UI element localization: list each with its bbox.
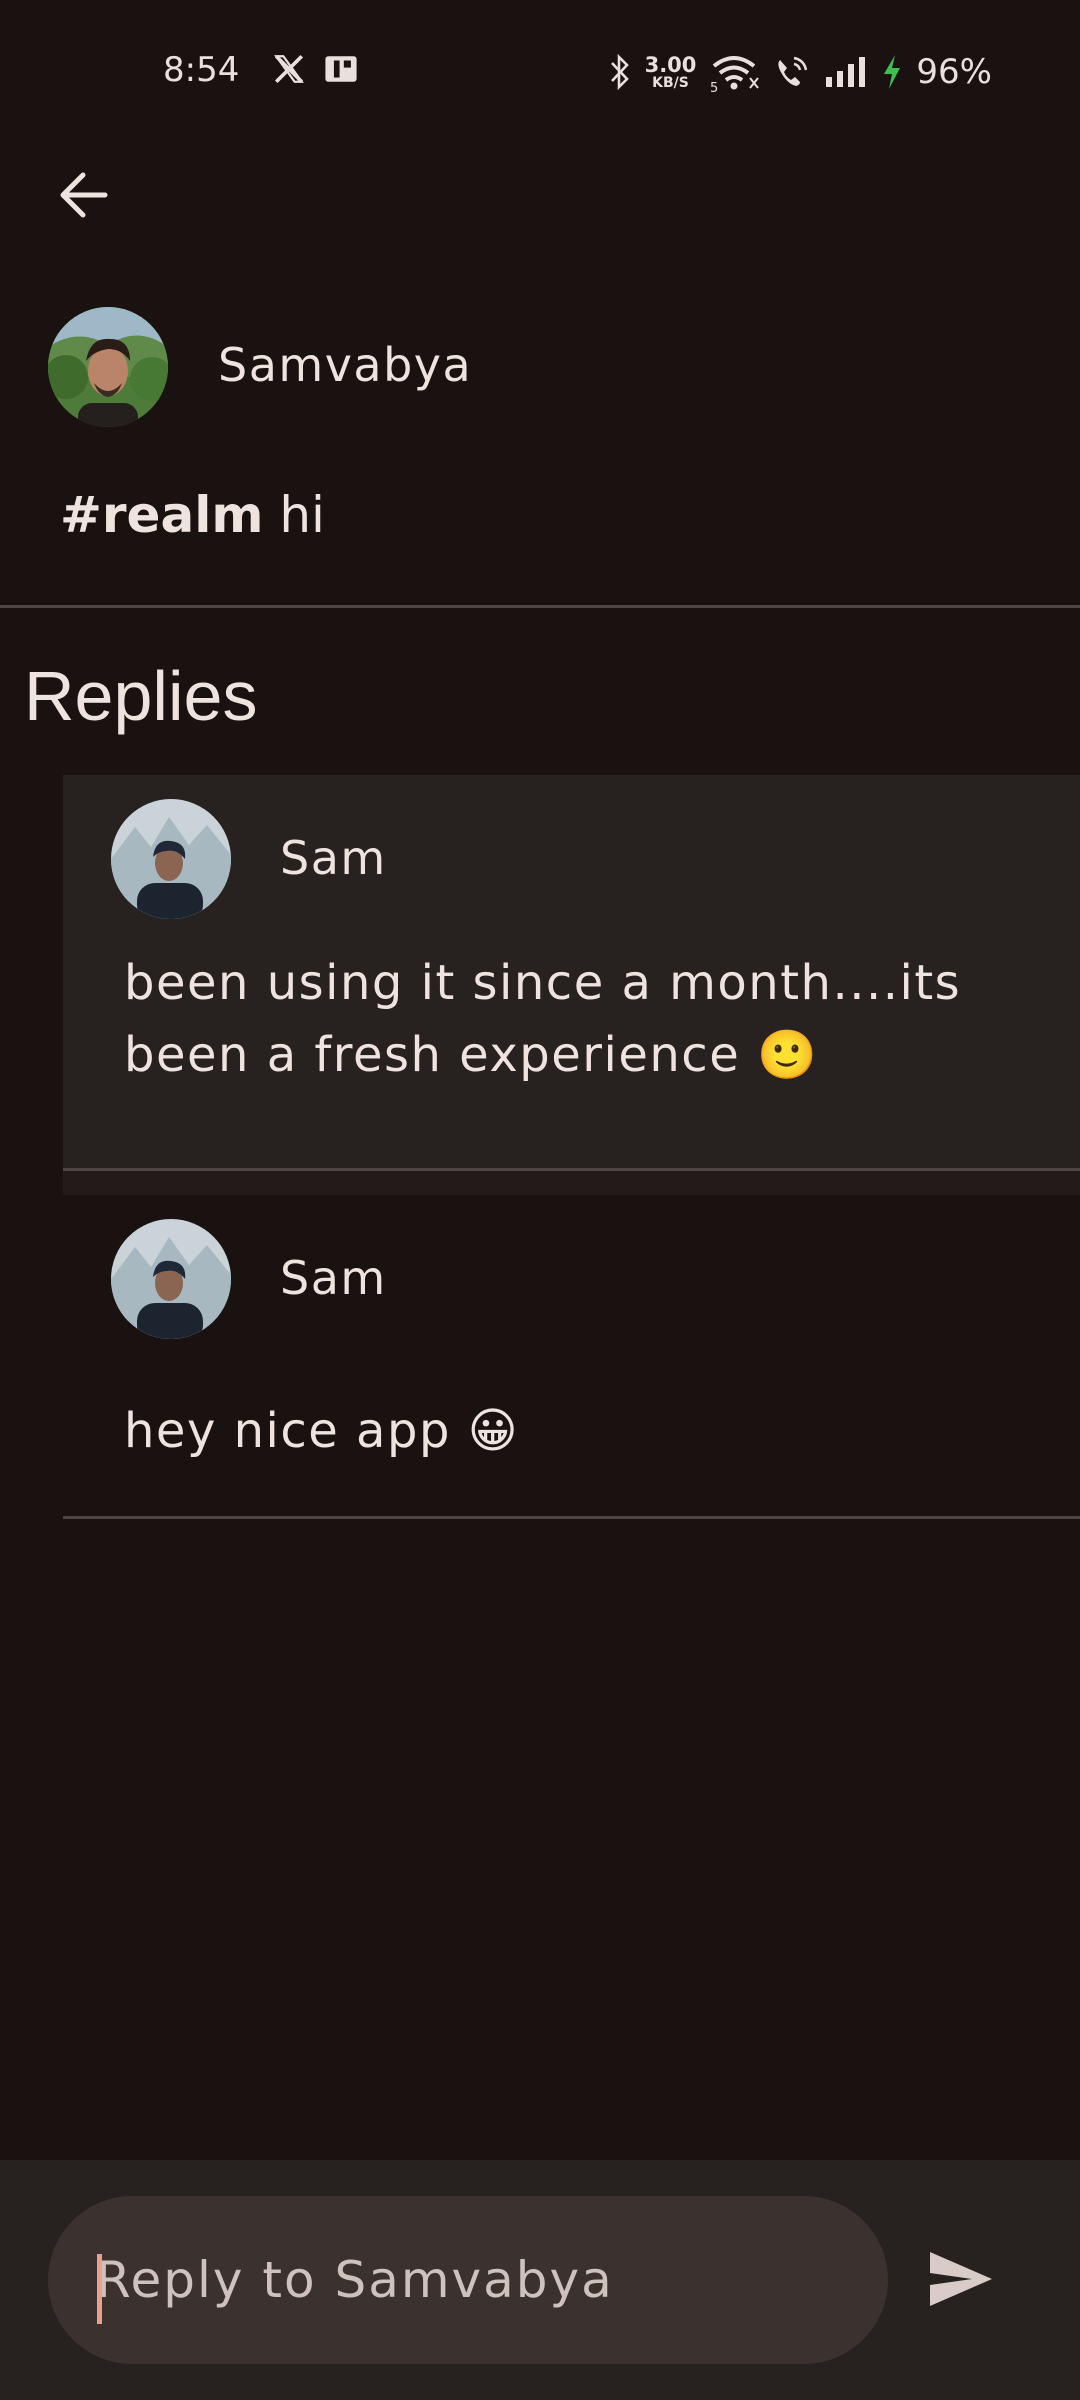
reply-composer [0, 2160, 1080, 2400]
reply-divider [63, 1168, 1080, 1171]
wifi-icon: 5 [710, 56, 760, 92]
replies-heading: Replies [24, 657, 258, 735]
app-notification-icon [325, 56, 357, 82]
network-speed: 3.00 KB/S [644, 52, 697, 91]
reply-text: been using it since a month....its been … [124, 955, 962, 1083]
status-icons: 3.00 KB/S 5 96% [609, 50, 992, 94]
reply-author-avatar[interactable] [111, 1219, 231, 1339]
network-speed-value: 3.00 [644, 52, 697, 77]
arrow-left-icon [60, 172, 108, 218]
reply-input-container[interactable] [48, 2196, 888, 2364]
charging-icon [884, 55, 901, 89]
svg-text:5: 5 [710, 81, 718, 92]
reply-input[interactable] [96, 2196, 856, 2364]
send-icon [930, 2252, 992, 2306]
reply-item[interactable]: Sam been using it since a month....its b… [63, 775, 1080, 1170]
status-bar: 8:54 3.00 KB/S 5 96% [0, 0, 1080, 140]
bluetooth-icon [610, 53, 629, 91]
reply-divider [63, 1516, 1080, 1519]
battery-percent: 96% [916, 52, 992, 92]
screen: 8:54 3.00 KB/S 5 96% Samvabya #realm hi … [0, 0, 1080, 2400]
reply-separator [63, 1170, 1080, 1195]
signal-icon [826, 57, 866, 87]
post-divider [0, 605, 1080, 608]
status-time: 8:54 [163, 50, 240, 90]
reply-author-name[interactable]: Sam [280, 1251, 387, 1305]
back-button[interactable] [48, 160, 118, 230]
post-body: #realm hi [60, 486, 325, 544]
post-author-avatar[interactable] [48, 307, 168, 427]
post-author-name[interactable]: Samvabya [218, 338, 472, 392]
reply-item[interactable]: Sam hey nice app 😀 [63, 1195, 1080, 1517]
reply-author-avatar[interactable] [111, 799, 231, 919]
text-caret [97, 2254, 102, 2324]
reply-author-name[interactable]: Sam [280, 831, 387, 885]
post-hashtag[interactable]: #realm [60, 486, 263, 544]
send-button[interactable] [920, 2238, 1002, 2320]
post-text: hi [263, 486, 325, 544]
network-speed-unit: KB/S [652, 74, 689, 91]
wifi-calling-icon [778, 56, 808, 86]
x-icon [274, 54, 304, 84]
reply-text: hey nice app 😀 [124, 1403, 520, 1459]
